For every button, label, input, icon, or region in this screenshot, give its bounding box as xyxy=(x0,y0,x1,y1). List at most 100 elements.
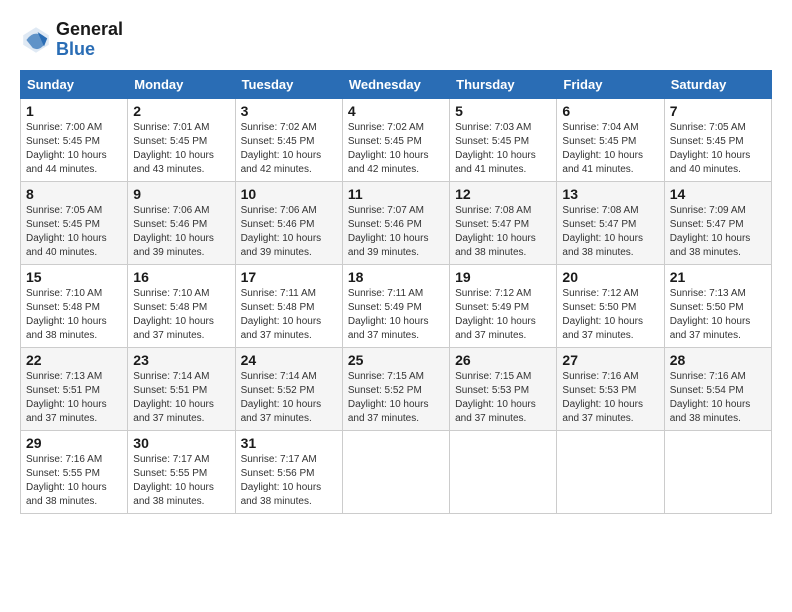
logo-icon xyxy=(20,24,52,56)
day-number: 3 xyxy=(241,103,337,119)
calendar-cell: 30 Sunrise: 7:17 AM Sunset: 5:55 PM Dayli… xyxy=(128,430,235,513)
calendar-week-3: 15 Sunrise: 7:10 AM Sunset: 5:48 PM Dayli… xyxy=(21,264,772,347)
logo: General Blue xyxy=(20,20,123,60)
day-number: 12 xyxy=(455,186,551,202)
day-info: Sunrise: 7:11 AM Sunset: 5:48 PM Dayligh… xyxy=(241,287,337,343)
day-number: 26 xyxy=(455,352,551,368)
calendar-week-1: 1 Sunrise: 7:00 AM Sunset: 5:45 PM Daylig… xyxy=(21,98,772,181)
day-info: Sunrise: 7:15 AM Sunset: 5:52 PM Dayligh… xyxy=(348,370,444,426)
calendar-cell: 12Sunrise: 7:08 AM Sunset: 5:47 PM Dayli… xyxy=(450,181,557,264)
calendar-week-5: 29 Sunrise: 7:16 AM Sunset: 5:55 PM Dayli… xyxy=(21,430,772,513)
calendar-cell: 4 Sunrise: 7:02 AM Sunset: 5:45 PM Daylig… xyxy=(342,98,449,181)
day-info: Sunrise: 7:10 AM Sunset: 5:48 PM Dayligh… xyxy=(26,287,122,343)
day-info: Sunrise: 7:02 AM Sunset: 5:45 PM Dayligh… xyxy=(348,121,444,177)
calendar-cell: 3 Sunrise: 7:02 AM Sunset: 5:45 PM Daylig… xyxy=(235,98,342,181)
day-number: 25 xyxy=(348,352,444,368)
day-info: Sunrise: 7:02 AM Sunset: 5:45 PM Dayligh… xyxy=(241,121,337,177)
day-number: 4 xyxy=(348,103,444,119)
day-number: 1 xyxy=(26,103,122,119)
day-number: 29 xyxy=(26,435,122,451)
day-number: 17 xyxy=(241,269,337,285)
calendar-cell: 2 Sunrise: 7:01 AM Sunset: 5:45 PM Daylig… xyxy=(128,98,235,181)
calendar-cell: 27Sunrise: 7:16 AM Sunset: 5:53 PM Dayli… xyxy=(557,347,664,430)
calendar-header-wednesday: Wednesday xyxy=(342,70,449,98)
day-info: Sunrise: 7:16 AM Sunset: 5:53 PM Dayligh… xyxy=(562,370,658,426)
day-number: 11 xyxy=(348,186,444,202)
day-info: Sunrise: 7:12 AM Sunset: 5:50 PM Dayligh… xyxy=(562,287,658,343)
calendar-cell: 1 Sunrise: 7:00 AM Sunset: 5:45 PM Daylig… xyxy=(21,98,128,181)
day-number: 13 xyxy=(562,186,658,202)
day-number: 2 xyxy=(133,103,229,119)
day-number: 19 xyxy=(455,269,551,285)
calendar-cell: 21Sunrise: 7:13 AM Sunset: 5:50 PM Dayli… xyxy=(664,264,771,347)
day-number: 16 xyxy=(133,269,229,285)
calendar-cell: 19 Sunrise: 7:12 AM Sunset: 5:49 PM Dayli… xyxy=(450,264,557,347)
calendar-header-thursday: Thursday xyxy=(450,70,557,98)
day-info: Sunrise: 7:06 AM Sunset: 5:46 PM Dayligh… xyxy=(133,204,229,260)
calendar-cell xyxy=(450,430,557,513)
calendar-cell xyxy=(664,430,771,513)
calendar-cell: 29 Sunrise: 7:16 AM Sunset: 5:55 PM Dayli… xyxy=(21,430,128,513)
day-info: Sunrise: 7:11 AM Sunset: 5:49 PM Dayligh… xyxy=(348,287,444,343)
calendar-cell: 25 Sunrise: 7:15 AM Sunset: 5:52 PM Dayli… xyxy=(342,347,449,430)
calendar-cell: 23 Sunrise: 7:14 AM Sunset: 5:51 PM Dayli… xyxy=(128,347,235,430)
day-info: Sunrise: 7:04 AM Sunset: 5:45 PM Dayligh… xyxy=(562,121,658,177)
day-info: Sunrise: 7:17 AM Sunset: 5:55 PM Dayligh… xyxy=(133,453,229,509)
day-number: 8 xyxy=(26,186,122,202)
day-number: 15 xyxy=(26,269,122,285)
page-header: General Blue xyxy=(20,20,772,60)
calendar-header-monday: Monday xyxy=(128,70,235,98)
day-info: Sunrise: 7:15 AM Sunset: 5:53 PM Dayligh… xyxy=(455,370,551,426)
day-number: 23 xyxy=(133,352,229,368)
calendar-cell: 5Sunrise: 7:03 AM Sunset: 5:45 PM Daylig… xyxy=(450,98,557,181)
calendar-cell: 31 Sunrise: 7:17 AM Sunset: 5:56 PM Dayli… xyxy=(235,430,342,513)
calendar-cell: 17 Sunrise: 7:11 AM Sunset: 5:48 PM Dayli… xyxy=(235,264,342,347)
calendar-cell: 22Sunrise: 7:13 AM Sunset: 5:51 PM Dayli… xyxy=(21,347,128,430)
calendar-cell: 8 Sunrise: 7:05 AM Sunset: 5:45 PM Daylig… xyxy=(21,181,128,264)
calendar-cell xyxy=(342,430,449,513)
calendar-table: SundayMondayTuesdayWednesdayThursdayFrid… xyxy=(20,70,772,514)
day-info: Sunrise: 7:08 AM Sunset: 5:47 PM Dayligh… xyxy=(562,204,658,260)
day-number: 14 xyxy=(670,186,766,202)
calendar-header-sunday: Sunday xyxy=(21,70,128,98)
day-number: 18 xyxy=(348,269,444,285)
day-number: 30 xyxy=(133,435,229,451)
calendar-cell: 11Sunrise: 7:07 AM Sunset: 5:46 PM Dayli… xyxy=(342,181,449,264)
calendar-cell: 13 Sunrise: 7:08 AM Sunset: 5:47 PM Dayli… xyxy=(557,181,664,264)
calendar-header-row: SundayMondayTuesdayWednesdayThursdayFrid… xyxy=(21,70,772,98)
calendar-cell: 9 Sunrise: 7:06 AM Sunset: 5:46 PM Daylig… xyxy=(128,181,235,264)
day-info: Sunrise: 7:14 AM Sunset: 5:52 PM Dayligh… xyxy=(241,370,337,426)
day-info: Sunrise: 7:01 AM Sunset: 5:45 PM Dayligh… xyxy=(133,121,229,177)
day-info: Sunrise: 7:17 AM Sunset: 5:56 PM Dayligh… xyxy=(241,453,337,509)
calendar-cell: 10Sunrise: 7:06 AM Sunset: 5:46 PM Dayli… xyxy=(235,181,342,264)
day-number: 31 xyxy=(241,435,337,451)
calendar-header-tuesday: Tuesday xyxy=(235,70,342,98)
calendar-header-saturday: Saturday xyxy=(664,70,771,98)
calendar-cell: 20 Sunrise: 7:12 AM Sunset: 5:50 PM Dayli… xyxy=(557,264,664,347)
day-info: Sunrise: 7:10 AM Sunset: 5:48 PM Dayligh… xyxy=(133,287,229,343)
day-number: 24 xyxy=(241,352,337,368)
calendar-cell: 15 Sunrise: 7:10 AM Sunset: 5:48 PM Dayli… xyxy=(21,264,128,347)
day-info: Sunrise: 7:09 AM Sunset: 5:47 PM Dayligh… xyxy=(670,204,766,260)
day-info: Sunrise: 7:00 AM Sunset: 5:45 PM Dayligh… xyxy=(26,121,122,177)
day-number: 28 xyxy=(670,352,766,368)
day-info: Sunrise: 7:05 AM Sunset: 5:45 PM Dayligh… xyxy=(26,204,122,260)
day-number: 6 xyxy=(562,103,658,119)
day-info: Sunrise: 7:16 AM Sunset: 5:55 PM Dayligh… xyxy=(26,453,122,509)
day-number: 7 xyxy=(670,103,766,119)
calendar-week-2: 8 Sunrise: 7:05 AM Sunset: 5:45 PM Daylig… xyxy=(21,181,772,264)
calendar-cell: 14 Sunrise: 7:09 AM Sunset: 5:47 PM Dayli… xyxy=(664,181,771,264)
day-info: Sunrise: 7:12 AM Sunset: 5:49 PM Dayligh… xyxy=(455,287,551,343)
day-info: Sunrise: 7:13 AM Sunset: 5:50 PM Dayligh… xyxy=(670,287,766,343)
day-number: 9 xyxy=(133,186,229,202)
day-number: 5 xyxy=(455,103,551,119)
calendar-cell: 24 Sunrise: 7:14 AM Sunset: 5:52 PM Dayli… xyxy=(235,347,342,430)
calendar-cell: 16 Sunrise: 7:10 AM Sunset: 5:48 PM Dayli… xyxy=(128,264,235,347)
day-info: Sunrise: 7:14 AM Sunset: 5:51 PM Dayligh… xyxy=(133,370,229,426)
calendar-cell: 6 Sunrise: 7:04 AM Sunset: 5:45 PM Daylig… xyxy=(557,98,664,181)
day-number: 20 xyxy=(562,269,658,285)
day-number: 10 xyxy=(241,186,337,202)
calendar-week-4: 22Sunrise: 7:13 AM Sunset: 5:51 PM Dayli… xyxy=(21,347,772,430)
day-info: Sunrise: 7:13 AM Sunset: 5:51 PM Dayligh… xyxy=(26,370,122,426)
logo-text: General Blue xyxy=(56,20,123,60)
